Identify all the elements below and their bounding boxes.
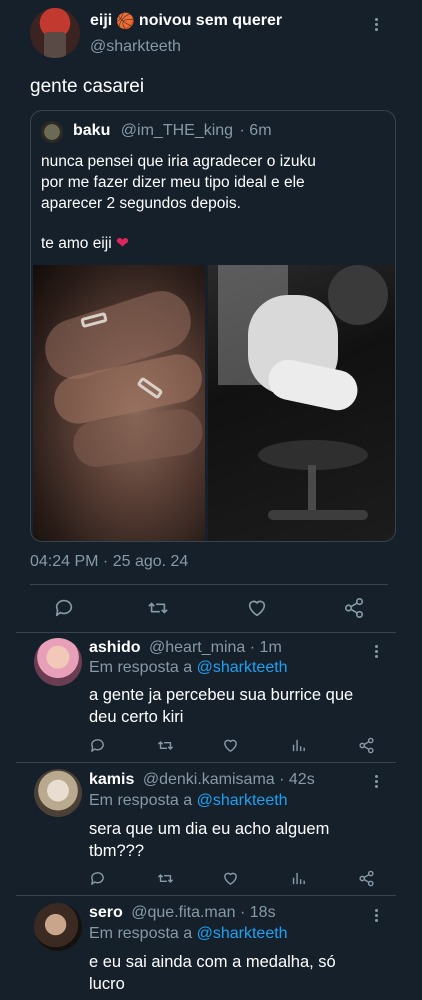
- reply-author-name[interactable]: kamis: [89, 771, 134, 788]
- tweet-timestamp: 04:24 PM · 25 ago. 24: [30, 553, 189, 570]
- reply-author-handle[interactable]: @denki.kamisama: [143, 771, 275, 788]
- reply-text: sera que um dia eu acho alguem tbm???: [89, 820, 330, 860]
- retweet-icon[interactable]: [157, 870, 174, 887]
- reply-author-name[interactable]: ashido: [89, 639, 141, 656]
- reply-text: e eu sai ainda com a medalha, só lucro: [89, 953, 336, 993]
- share-icon[interactable]: [358, 870, 375, 887]
- quoted-author-name: baku: [73, 122, 111, 139]
- more-icon[interactable]: [366, 905, 386, 925]
- reply-header: kamis @denki.kamisama · 42s: [89, 771, 315, 789]
- quoted-line: por me fazer dizer meu tipo ideal e ele: [41, 174, 305, 191]
- divider: [30, 584, 388, 585]
- divider: [16, 632, 396, 633]
- reply-text: a gente ja percebeu sua burrice que deu …: [89, 686, 354, 726]
- reply-author-handle[interactable]: @heart_mina: [149, 639, 245, 656]
- retweet-icon[interactable]: [147, 597, 169, 619]
- quoted-line: te amo eiji ❤: [41, 235, 129, 252]
- reply-author-name[interactable]: sero: [89, 904, 123, 921]
- reply-context: Em resposta a @sharkteeth: [89, 659, 288, 676]
- reply-avatar[interactable]: [34, 769, 82, 817]
- tweet-text: gente casarei: [30, 76, 145, 97]
- share-icon[interactable]: [343, 597, 365, 619]
- reply-context: Em resposta a @sharkteeth: [89, 925, 288, 942]
- reply-time: · 1m: [249, 639, 282, 656]
- quoted-line: aparecer 2 segundos depois.: [41, 195, 241, 212]
- reply-to-link[interactable]: @sharkteeth: [197, 792, 288, 809]
- reply-icon[interactable]: [53, 597, 75, 619]
- more-icon[interactable]: [366, 641, 386, 661]
- analytics-icon[interactable]: [290, 870, 307, 887]
- divider: [16, 762, 396, 763]
- more-icon[interactable]: [366, 771, 386, 791]
- like-icon[interactable]: [222, 870, 239, 887]
- reply-icon[interactable]: [89, 870, 106, 887]
- photo-person-chair[interactable]: [208, 265, 395, 541]
- divider: [16, 895, 396, 896]
- reply-time: · 42s: [279, 771, 315, 788]
- reply-author-handle[interactable]: @que.fita.man: [131, 904, 235, 921]
- author-name: eiji: [90, 12, 113, 29]
- reply-header: sero @que.fita.man · 18s: [89, 904, 276, 922]
- reply-to-link[interactable]: @sharkteeth: [197, 925, 288, 942]
- photo-hands-rings[interactable]: [33, 265, 207, 541]
- quoted-line: nunca pensei que iria agradecer o izuku: [41, 153, 316, 170]
- reply-avatar[interactable]: [34, 638, 82, 686]
- like-icon[interactable]: [222, 737, 239, 754]
- author-name-suffix: noivou sem querer: [138, 12, 283, 29]
- reply-context: Em resposta a @sharkteeth: [89, 792, 288, 809]
- quoted-tweet[interactable]: baku @im_THE_king · 6m nunca pensei que …: [30, 110, 396, 542]
- reply-avatar[interactable]: [34, 903, 82, 951]
- quoted-time: · 6m: [239, 122, 272, 139]
- reply-header: ashido @heart_mina · 1m: [89, 639, 282, 657]
- author-avatar[interactable]: [30, 8, 80, 58]
- like-icon[interactable]: [246, 597, 268, 619]
- quoted-author-avatar: [41, 121, 63, 143]
- heart-emoji-icon: ❤: [115, 235, 129, 252]
- quoted-header: baku @im_THE_king · 6m: [73, 122, 272, 140]
- basketball-icon: 🏀: [116, 13, 135, 30]
- quoted-text: nunca pensei que iria agradecer o izuku …: [41, 151, 316, 254]
- reply-time: · 18s: [240, 904, 276, 921]
- more-icon[interactable]: [366, 14, 386, 34]
- author-handle[interactable]: @sharkteeth: [90, 38, 181, 56]
- reply-icon[interactable]: [89, 737, 106, 754]
- author-name-row[interactable]: eiji 🏀 noivou sem querer: [90, 12, 282, 30]
- share-icon[interactable]: [358, 737, 375, 754]
- analytics-icon[interactable]: [290, 737, 307, 754]
- retweet-icon[interactable]: [157, 737, 174, 754]
- reply-to-link[interactable]: @sharkteeth: [197, 659, 288, 676]
- quoted-author-handle: @im_THE_king: [120, 122, 234, 139]
